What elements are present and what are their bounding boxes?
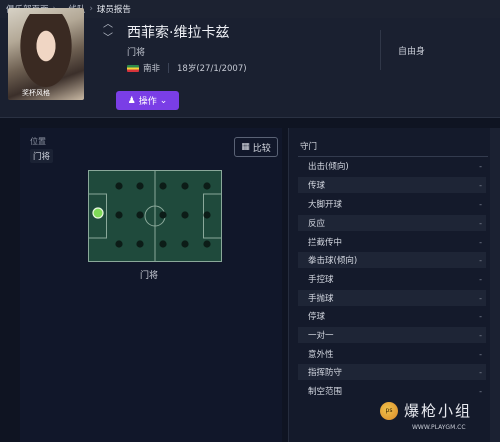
attribute-value: - (479, 349, 482, 359)
attribute-row[interactable]: 指挥防守 - (298, 364, 486, 380)
attribute-row[interactable]: 意外性 - (298, 346, 486, 362)
attribute-value: - (479, 274, 482, 284)
divider (380, 30, 381, 70)
watermark-text: 爆枪小组 (404, 402, 473, 420)
attribute-label: 停球 (308, 312, 326, 322)
player-photo: 奖杯风格 (8, 8, 84, 100)
scroll-column (490, 128, 500, 442)
position-dot[interactable] (136, 211, 144, 219)
compare-button[interactable]: ▦ 比较 (234, 137, 278, 157)
attribute-row[interactable]: 制空范围 - (298, 383, 486, 399)
attribute-row[interactable]: 出击(倾向) - (298, 158, 486, 174)
attribute-value: - (479, 199, 482, 209)
position-dot[interactable] (136, 182, 144, 190)
chevron-down-icon: ⌄ (159, 95, 168, 106)
attribute-value: - (479, 330, 482, 340)
attribute-label: 手抛球 (308, 294, 334, 304)
attribute-value: - (479, 161, 482, 171)
attribute-row[interactable]: 反应 - (298, 215, 486, 231)
attribute-label: 传球 (308, 181, 326, 191)
goalkeeper-position-marker[interactable] (92, 207, 104, 219)
contract-status: 自由身 (398, 47, 426, 57)
attribute-label: 出击(倾向) (308, 162, 349, 172)
divider (168, 63, 170, 73)
attribute-row[interactable]: 一对一 - (298, 327, 486, 343)
attribute-label: 意外性 (308, 350, 334, 360)
watermark-logo-icon: ps (380, 401, 398, 420)
attribute-label: 制空范围 (308, 387, 343, 397)
attribute-label: 一对一 (308, 331, 334, 341)
attribute-value: - (479, 237, 482, 247)
compare-icon: ▦ (241, 142, 250, 152)
position-dot[interactable] (181, 182, 189, 190)
chevron-down-icon[interactable]: ﹀ (101, 32, 115, 46)
position-dot[interactable] (115, 240, 123, 248)
player-role: 门将 (127, 48, 146, 58)
position-dot[interactable] (115, 182, 123, 190)
attribute-label: 手控球 (308, 275, 334, 285)
attribute-row[interactable]: 大脚开球 - (298, 196, 486, 212)
attribute-label: 拳击球(倾向) (308, 256, 358, 266)
attribute-value: - (479, 255, 482, 265)
pitch-diagram (88, 170, 222, 262)
attribute-row[interactable]: 拦截传中 - (298, 234, 486, 250)
attribute-value: - (479, 180, 482, 190)
compare-label: 比较 (252, 143, 271, 154)
attribute-value: - (479, 293, 482, 303)
player-nav-arrows: ︿ ﹀ (101, 18, 115, 46)
attribute-row[interactable]: 手抛球 - (298, 290, 486, 306)
divider (298, 156, 488, 157)
attribute-label: 大脚开球 (308, 200, 343, 210)
position-dot[interactable] (159, 211, 167, 219)
attribute-label: 指挥防守 (308, 368, 343, 378)
chevron-up-icon[interactable]: ︿ (101, 18, 115, 32)
position-dot[interactable] (159, 182, 167, 190)
photo-caption: 奖杯风格 (22, 89, 50, 97)
position-dot[interactable] (136, 240, 144, 248)
attribute-row[interactable]: 传球 - (298, 177, 486, 193)
attribute-value: - (479, 218, 482, 228)
flag-icon (127, 64, 139, 72)
attribute-value: - (479, 311, 482, 321)
attribute-label: 反应 (308, 219, 326, 229)
operate-label: 操作 (138, 97, 157, 107)
operate-button[interactable]: ♟ 操作 ⌄ (116, 91, 179, 110)
watermark-badge: ps (385, 406, 393, 414)
attribute-value: - (479, 386, 482, 396)
attribute-value: - (479, 367, 482, 377)
position-dot[interactable] (181, 240, 189, 248)
player-age: 18岁(27/1/2007) (177, 64, 247, 74)
attribute-row[interactable]: 拳击球(倾向) - (298, 252, 486, 268)
position-dot[interactable] (203, 240, 211, 248)
attribute-label: 拦截传中 (308, 238, 343, 248)
person-icon: ♟ (127, 95, 136, 106)
position-section-label: 位置 (30, 137, 46, 146)
pitch-caption: 门将 (140, 271, 159, 281)
player-name: 西菲索·维拉卡兹 (127, 25, 230, 41)
attributes-header: 守门 (300, 142, 318, 152)
position-dot[interactable] (203, 211, 211, 219)
position-chip[interactable]: 门将 (30, 149, 54, 163)
position-dot[interactable] (159, 240, 167, 248)
player-nation[interactable]: 南非 (143, 62, 160, 74)
watermark: ps 爆枪小组 (380, 400, 472, 421)
breadcrumb-separator: › (89, 4, 93, 14)
player-nation-row: 南非 18岁(27/1/2007) (127, 62, 247, 74)
watermark-url: WWW.PLAYGM.CC (412, 424, 466, 431)
breadcrumb-player-report: 球员报告 (96, 5, 131, 15)
position-dot[interactable] (203, 182, 211, 190)
position-dot[interactable] (181, 211, 189, 219)
attribute-row[interactable]: 停球 - (298, 308, 486, 324)
attribute-row[interactable]: 手控球 - (298, 271, 486, 287)
position-dot[interactable] (115, 211, 123, 219)
